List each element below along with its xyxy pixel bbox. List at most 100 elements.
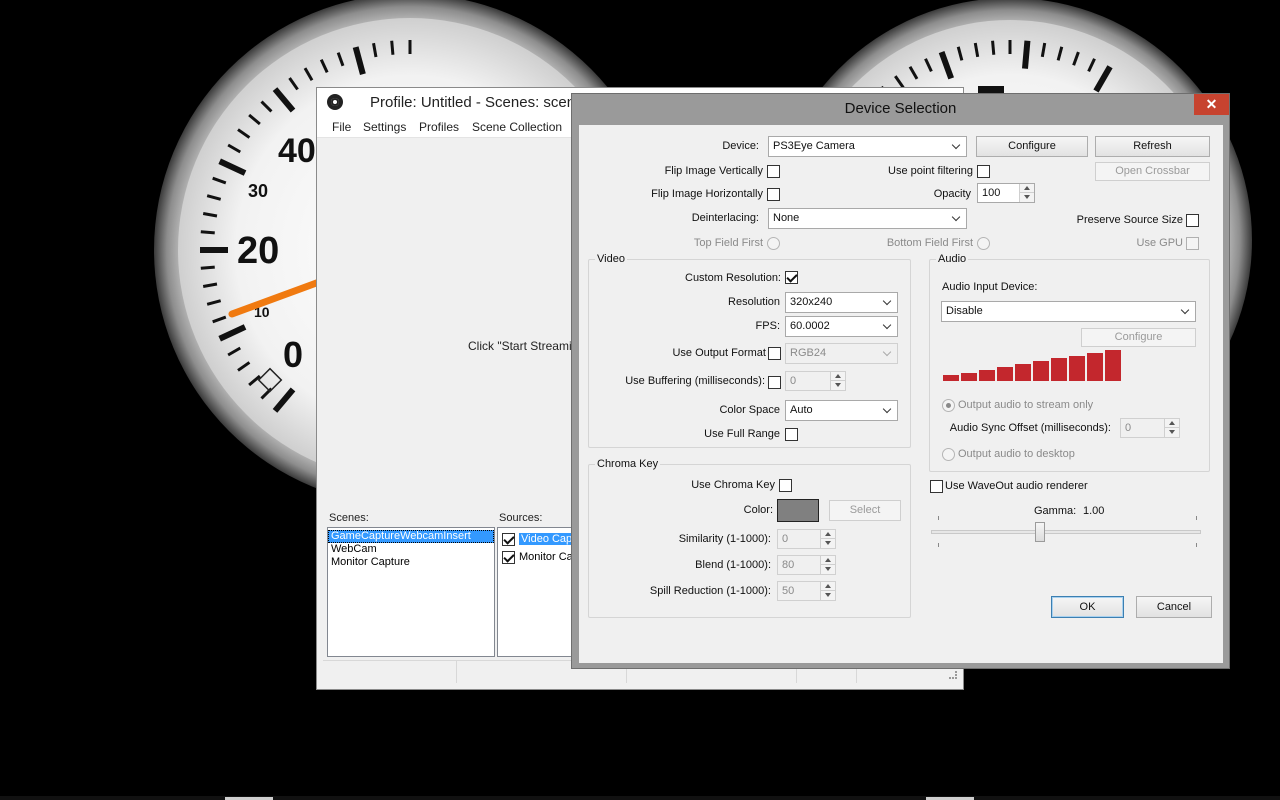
bottom-field-first-radio[interactable]	[977, 237, 990, 250]
configure-device-button[interactable]: Configure	[976, 136, 1088, 157]
chevron-down-icon	[951, 140, 961, 150]
sources-list[interactable]: Video Capt Monitor Ca	[497, 527, 577, 657]
audio-meter-bar	[1015, 364, 1031, 381]
menu-scene-collection[interactable]: Scene Collection	[472, 120, 562, 134]
source-item[interactable]: Monitor Ca	[498, 549, 576, 567]
audio-input-device-label: Audio Input Device:	[942, 281, 1038, 293]
main-window-title: Profile: Untitled - Scenes: scene	[370, 94, 584, 111]
spin-down-icon[interactable]	[1164, 428, 1179, 437]
top-field-first-label: Top Field First	[693, 237, 763, 249]
buffering-label: Use Buffering (milliseconds):	[625, 375, 765, 387]
spin-up-icon[interactable]	[1019, 184, 1034, 193]
output-format-value: RGB24	[790, 347, 827, 359]
spin-down-icon[interactable]	[820, 591, 835, 600]
output-stream-only-label: Output audio to stream only	[958, 399, 1094, 411]
spin-down-icon[interactable]	[1019, 193, 1034, 202]
output-stream-only-radio[interactable]	[942, 399, 955, 412]
scene-item[interactable]: GameCaptureWebcamInsert	[328, 530, 494, 543]
audio-sync-offset-spinbox[interactable]: 0	[1120, 418, 1180, 438]
spin-down-icon[interactable]	[820, 565, 835, 574]
top-field-first-radio[interactable]	[767, 237, 780, 250]
output-format-checkbox[interactable]	[768, 347, 781, 360]
video-group-title: Video	[595, 253, 627, 265]
buffering-spinbox[interactable]: 0	[785, 371, 846, 391]
menu-settings[interactable]: Settings	[363, 120, 406, 134]
source-visible-checkbox[interactable]	[502, 532, 515, 546]
spill-reduction-label: Spill Reduction (1-1000):	[649, 585, 771, 597]
blend-spinbox[interactable]: 80	[777, 555, 836, 575]
custom-resolution-checkbox[interactable]	[785, 271, 798, 284]
sources-label: Sources:	[499, 512, 543, 524]
audio-input-device-select[interactable]: Disable	[941, 301, 1196, 322]
cancel-button[interactable]: Cancel	[1136, 596, 1212, 618]
scene-item[interactable]: WebCam	[328, 543, 494, 556]
flip-vertical-label: Flip Image Vertically	[664, 165, 763, 177]
device-label: Device:	[722, 140, 759, 152]
flip-vertical-checkbox[interactable]	[767, 165, 780, 178]
source-visible-checkbox[interactable]	[502, 550, 515, 564]
blend-value: 80	[782, 559, 795, 571]
use-chroma-key-checkbox[interactable]	[779, 479, 792, 492]
audio-input-device-value: Disable	[946, 305, 983, 317]
audio-level-meter	[943, 350, 1123, 381]
spin-up-icon[interactable]	[820, 530, 835, 539]
source-item[interactable]: Video Capt	[498, 531, 576, 549]
audio-sync-offset-value: 0	[1125, 422, 1132, 434]
spin-down-icon[interactable]	[820, 539, 835, 548]
spin-up-icon[interactable]	[820, 582, 835, 591]
source-item-label: Monitor Ca	[519, 551, 573, 563]
chevron-down-icon	[882, 320, 892, 330]
audio-meter-bar	[943, 375, 959, 381]
menu-profiles[interactable]: Profiles	[419, 120, 459, 134]
full-range-checkbox[interactable]	[785, 428, 798, 441]
chroma-color-swatch[interactable]	[777, 499, 819, 522]
resize-grip-icon[interactable]	[949, 671, 957, 679]
menu-file[interactable]: File	[332, 120, 351, 134]
fps-select[interactable]: 60.0002	[785, 316, 898, 337]
audio-configure-button[interactable]: Configure	[1081, 328, 1196, 347]
custom-resolution-label: Custom Resolution:	[685, 272, 781, 284]
scenes-list[interactable]: GameCaptureWebcamInsert WebCam Monitor C…	[327, 527, 495, 657]
gauge-label-40: 40	[278, 132, 316, 170]
output-format-label: Use Output Format	[672, 347, 766, 359]
spin-up-icon[interactable]	[1164, 419, 1179, 428]
deinterlacing-select[interactable]: None	[768, 208, 967, 229]
gamma-slider-track[interactable]	[931, 530, 1201, 534]
buffering-checkbox[interactable]	[768, 376, 781, 389]
point-filtering-checkbox[interactable]	[977, 165, 990, 178]
deinterlacing-value: None	[773, 212, 800, 224]
device-select[interactable]: PS3Eye Camera	[768, 136, 967, 157]
output-format-select[interactable]: RGB24	[785, 343, 898, 364]
waveout-renderer-checkbox[interactable]	[930, 480, 943, 493]
audio-meter-bar	[997, 367, 1013, 381]
use-gpu-checkbox[interactable]	[1186, 237, 1199, 250]
audio-meter-bar	[1105, 350, 1121, 381]
spin-up-icon[interactable]	[820, 556, 835, 565]
use-gpu-label: Use GPU	[1136, 237, 1183, 249]
output-desktop-radio[interactable]	[942, 448, 955, 461]
open-crossbar-button[interactable]: Open Crossbar	[1095, 162, 1210, 181]
spin-down-icon[interactable]	[830, 381, 845, 390]
chroma-select-button[interactable]: Select	[829, 500, 901, 521]
opacity-spinbox[interactable]: 100	[977, 183, 1035, 203]
output-desktop-label: Output audio to desktop	[958, 448, 1075, 460]
audio-meter-bar	[961, 373, 977, 381]
opacity-label: Opacity	[933, 188, 971, 200]
refresh-button[interactable]: Refresh	[1095, 136, 1210, 157]
preserve-source-size-checkbox[interactable]	[1186, 214, 1199, 227]
similarity-spinbox[interactable]: 0	[777, 529, 836, 549]
ok-button[interactable]: OK	[1051, 596, 1124, 618]
obs-logo-icon	[327, 94, 343, 110]
close-button[interactable]: ✕	[1194, 94, 1229, 115]
blend-label: Blend (1-1000):	[695, 559, 771, 571]
spill-reduction-spinbox[interactable]: 50	[777, 581, 836, 601]
resolution-select[interactable]: 320x240	[785, 292, 898, 313]
flip-horizontal-checkbox[interactable]	[767, 188, 780, 201]
audio-group-title: Audio	[936, 253, 969, 265]
spin-up-icon[interactable]	[830, 372, 845, 381]
gamma-slider-thumb[interactable]	[1035, 522, 1045, 542]
scene-item[interactable]: Monitor Capture	[328, 556, 494, 569]
device-selection-dialog: Device Selection ✕ Device: PS3Eye Camera…	[571, 93, 1230, 669]
dialog-title: Device Selection	[844, 100, 957, 117]
color-space-select[interactable]: Auto	[785, 400, 898, 421]
